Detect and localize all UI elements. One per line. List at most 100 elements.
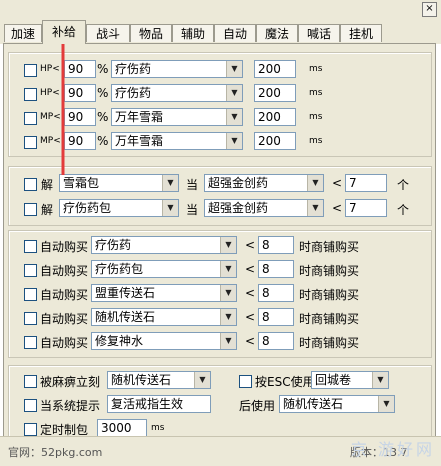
hp-item-select[interactable]: 疗伤药 ▼ bbox=[111, 60, 243, 78]
title-bar: × bbox=[0, 0, 441, 21]
chevron-down-icon[interactable]: ▼ bbox=[226, 109, 242, 125]
watermark-text: 京 游好网 bbox=[350, 440, 435, 459]
tab-auto[interactable]: 自动 bbox=[214, 24, 256, 42]
tab-combat[interactable]: 战斗 bbox=[86, 24, 130, 42]
unpack-item-select[interactable]: 雪霜包 ▼ bbox=[59, 174, 179, 192]
mp-item-select[interactable]: 万年雪霜 ▼ bbox=[111, 108, 243, 126]
shop-buy-label: 时商铺购买 bbox=[299, 288, 360, 302]
chevron-down-icon[interactable]: ▼ bbox=[220, 237, 236, 253]
sysmsg-label: 当系统提示 bbox=[40, 399, 101, 413]
tab-shout[interactable]: 喊话 bbox=[298, 24, 340, 42]
delay-input[interactable]: 200 bbox=[254, 60, 296, 78]
chevron-down-icon[interactable]: ▼ bbox=[162, 200, 178, 216]
tab-afk[interactable]: 挂机 bbox=[340, 24, 382, 42]
mp-percent-input[interactable]: 90 bbox=[64, 132, 96, 150]
hp-checkbox-2[interactable] bbox=[24, 88, 37, 101]
mp-checkbox-2[interactable] bbox=[24, 136, 37, 149]
after-item-select[interactable]: 随机传送石 ▼ bbox=[279, 395, 395, 413]
tab-magic[interactable]: 魔法 bbox=[256, 24, 298, 42]
autobuy-item-select[interactable]: 盟重传送石 ▼ bbox=[91, 284, 237, 302]
when-label: 当 bbox=[186, 203, 199, 217]
autobuy-item-select[interactable]: 随机传送石 ▼ bbox=[91, 308, 237, 326]
condition-item-select[interactable]: 超强金创药 ▼ bbox=[204, 199, 324, 217]
delay-input[interactable]: 200 bbox=[254, 132, 296, 150]
sysmsg-input[interactable]: 复活戒指生效 bbox=[107, 395, 211, 413]
autobuy-count-input[interactable]: 8 bbox=[258, 236, 294, 254]
autobuy-item-value: 疗伤药包 bbox=[95, 262, 144, 276]
unpack-group: 解 雪霜包 ▼ 当 超强金创药 ▼ < 7 个 解 疗伤药包 ▼ 当 超强金创药 ▼ <… bbox=[8, 166, 432, 226]
autobuy-checkbox-5[interactable] bbox=[24, 336, 37, 349]
chevron-down-icon[interactable]: ▼ bbox=[307, 200, 323, 216]
unpack-checkbox-2[interactable] bbox=[24, 203, 37, 216]
autobuy-checkbox-3[interactable] bbox=[24, 288, 37, 301]
hp-row-2: HP< 90 % 疗伤药 ▼ 200 ms bbox=[9, 83, 433, 105]
chevron-down-icon[interactable]: ▼ bbox=[226, 133, 242, 149]
less-than-label: < bbox=[332, 176, 343, 190]
paralyze-checkbox[interactable] bbox=[24, 375, 37, 388]
tab-supply[interactable]: 补给 bbox=[42, 20, 86, 44]
sysmsg-checkbox[interactable] bbox=[24, 399, 37, 412]
delay-input[interactable]: 200 bbox=[254, 108, 296, 126]
after-item-value: 随机传送石 bbox=[283, 397, 344, 411]
close-button[interactable]: × bbox=[422, 2, 437, 17]
paralyze-item-select[interactable]: 随机传送石 ▼ bbox=[107, 371, 211, 389]
hp-label: HP< bbox=[40, 64, 60, 74]
website-label: 官网：52pkg.com bbox=[8, 446, 103, 459]
mp-checkbox-1[interactable] bbox=[24, 112, 37, 125]
chevron-down-icon[interactable]: ▼ bbox=[220, 309, 236, 325]
autobuy-item-select[interactable]: 修复神水 ▼ bbox=[91, 332, 237, 350]
chevron-down-icon[interactable]: ▼ bbox=[378, 396, 394, 412]
autobuy-label: 自动购买 bbox=[40, 240, 89, 254]
chevron-down-icon[interactable]: ▼ bbox=[226, 61, 242, 77]
unpack-count-input[interactable]: 7 bbox=[345, 174, 387, 192]
hp-item-value: 疗伤药 bbox=[115, 62, 152, 76]
timed-input[interactable]: 3000 bbox=[97, 419, 147, 437]
timed-ms-label: ms bbox=[151, 423, 165, 433]
autobuy-count-input[interactable]: 8 bbox=[258, 332, 294, 350]
chevron-down-icon[interactable]: ▼ bbox=[220, 285, 236, 301]
autobuy-count-input[interactable]: 8 bbox=[258, 284, 294, 302]
hp-mp-group: HP< 90 % 疗伤药 ▼ 200 ms HP< 90 % 疗伤药 ▼ 200 m… bbox=[8, 52, 432, 157]
mp-percent-input[interactable]: 90 bbox=[64, 108, 96, 126]
hp-row-1: HP< 90 % 疗伤药 ▼ 200 ms bbox=[9, 59, 433, 81]
autobuy-count-input[interactable]: 8 bbox=[258, 308, 294, 326]
autobuy-item-select[interactable]: 疗伤药包 ▼ bbox=[91, 260, 237, 278]
autobuy-count-input[interactable]: 8 bbox=[258, 260, 294, 278]
chevron-down-icon[interactable]: ▼ bbox=[226, 85, 242, 101]
esc-item-select[interactable]: 回城卷 ▼ bbox=[311, 371, 389, 389]
tab-accelerate[interactable]: 加速 bbox=[4, 24, 42, 42]
tab-assist[interactable]: 辅助 bbox=[172, 24, 214, 42]
unpack-count-input[interactable]: 7 bbox=[345, 199, 387, 217]
hp-percent-input[interactable]: 90 bbox=[64, 60, 96, 78]
unpack-item-select[interactable]: 疗伤药包 ▼ bbox=[59, 199, 179, 217]
chevron-down-icon[interactable]: ▼ bbox=[372, 372, 388, 388]
chevron-down-icon[interactable]: ▼ bbox=[162, 175, 178, 191]
condition-item-select[interactable]: 超强金创药 ▼ bbox=[204, 174, 324, 192]
autobuy-item-value: 修复神水 bbox=[95, 334, 144, 348]
ms-label: ms bbox=[309, 136, 323, 146]
autobuy-checkbox-2[interactable] bbox=[24, 264, 37, 277]
hp-item-value: 疗伤药 bbox=[115, 86, 152, 100]
autobuy-item-select[interactable]: 疗伤药 ▼ bbox=[91, 236, 237, 254]
chevron-down-icon[interactable]: ▼ bbox=[194, 372, 210, 388]
hp-item-select[interactable]: 疗伤药 ▼ bbox=[111, 84, 243, 102]
mp-row-2: MP< 90 % 万年雪霜 ▼ 200 ms bbox=[9, 131, 433, 153]
chevron-down-icon[interactable]: ▼ bbox=[220, 261, 236, 277]
delay-input[interactable]: 200 bbox=[254, 84, 296, 102]
paralyze-row: 被麻痹立刻 随机传送石 ▼ 按ESC使用 回城卷 ▼ bbox=[9, 370, 433, 392]
timed-checkbox[interactable] bbox=[24, 423, 37, 436]
tab-items[interactable]: 物品 bbox=[130, 24, 172, 42]
hp-checkbox-1[interactable] bbox=[24, 64, 37, 77]
mp-item-value: 万年雪霜 bbox=[115, 134, 164, 148]
mp-item-select[interactable]: 万年雪霜 ▼ bbox=[111, 132, 243, 150]
less-than-label: < bbox=[245, 286, 256, 300]
hp-percent-input[interactable]: 90 bbox=[64, 84, 96, 102]
esc-checkbox[interactable] bbox=[239, 375, 252, 388]
autobuy-checkbox-4[interactable] bbox=[24, 312, 37, 325]
autobuy-checkbox-1[interactable] bbox=[24, 240, 37, 253]
chevron-down-icon[interactable]: ▼ bbox=[307, 175, 323, 191]
autobuy-label: 自动购买 bbox=[40, 312, 89, 326]
unpack-checkbox-1[interactable] bbox=[24, 178, 37, 191]
shop-buy-label: 时商铺购买 bbox=[299, 240, 360, 254]
chevron-down-icon[interactable]: ▼ bbox=[220, 333, 236, 349]
